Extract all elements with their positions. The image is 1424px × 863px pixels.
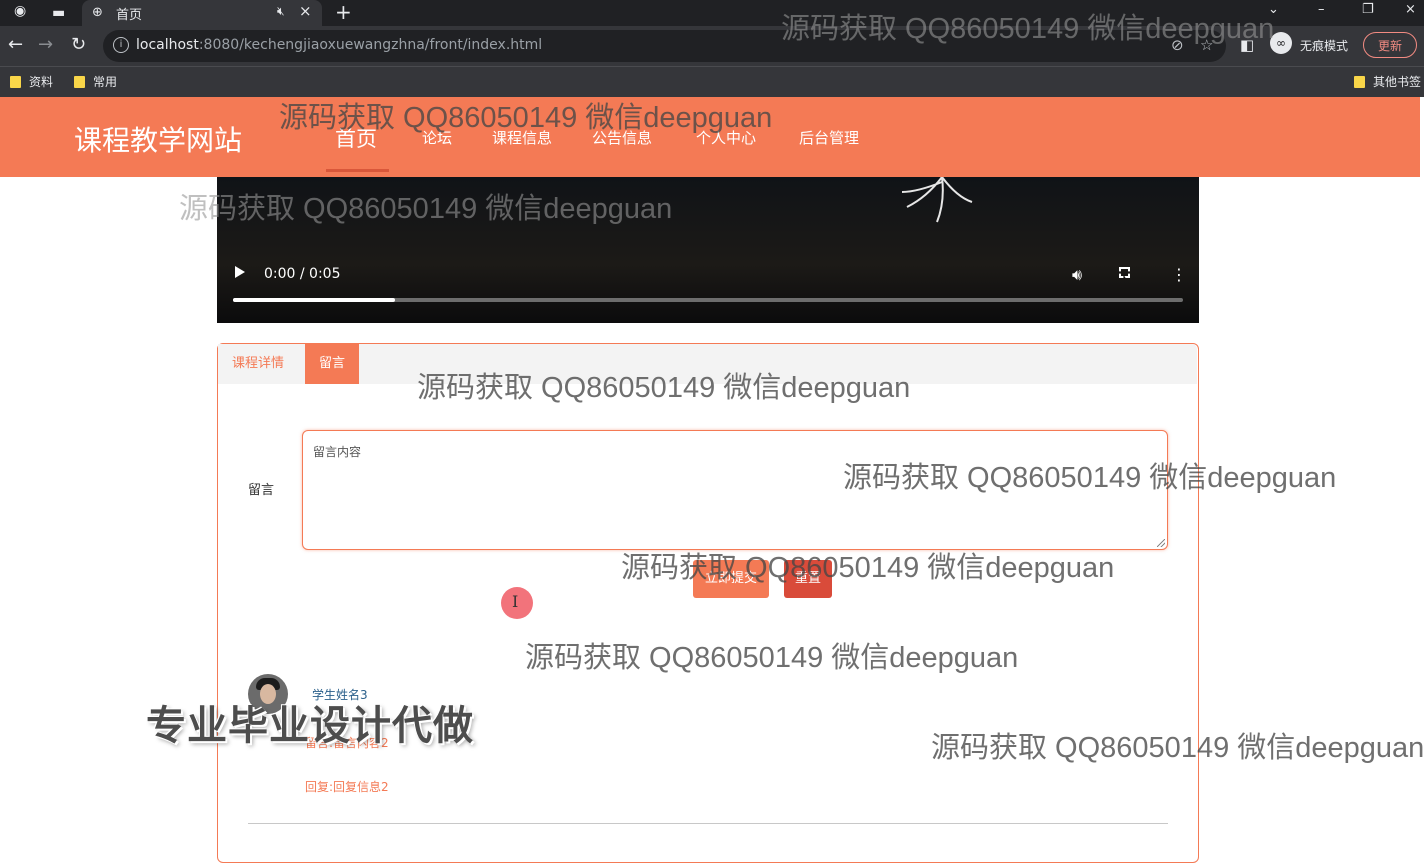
site-title: 课程教学网站 <box>74 124 243 157</box>
incognito-label: 无痕模式 <box>1300 39 1349 53</box>
more-options-icon[interactable]: ⋮ <box>1171 265 1187 284</box>
blocked-popup-icon[interactable]: ⊘ <box>1171 36 1184 54</box>
course-tabs-panel: 课程详情 留言 留言 留言内容 I 立即提交 重置 学生姓名3 留言:留言内容2… <box>217 343 1199 863</box>
tab-course-detail[interactable]: 课程详情 <box>218 344 299 384</box>
tab-comments[interactable]: 留言 <box>305 344 360 384</box>
play-icon[interactable] <box>235 266 245 278</box>
site-info-icon[interactable]: i <box>113 37 129 53</box>
tab-strip: 课程详情 留言 <box>218 344 1197 384</box>
folder-icon <box>10 76 21 88</box>
comment-reply: 回复:回复信息2 <box>305 780 389 794</box>
comment-divider <box>248 823 1168 824</box>
chevron-down-icon[interactable]: ⌄ <box>1268 2 1279 17</box>
bookmark-folder-changyong[interactable]: 常用 <box>74 73 117 90</box>
bookmark-star-icon[interactable]: ☆ <box>1200 36 1213 54</box>
forward-icon[interactable]: → <box>38 34 53 55</box>
mute-icon[interactable]: 🔇︎ <box>277 4 285 19</box>
reload-icon[interactable]: ↻ <box>71 34 86 55</box>
other-bookmarks[interactable]: 其他书签 <box>1354 73 1421 90</box>
video-time: 0:00 / 0:05 <box>264 266 341 282</box>
nav-home[interactable]: 首页 <box>335 123 377 153</box>
close-window-icon[interactable]: × <box>1405 2 1416 17</box>
browser-toolbar: ← → ↻ i localhost:8080/kechengjiaoxuewan… <box>0 26 1424 66</box>
banner-watermark: 专业毕业设计代做 <box>146 703 474 749</box>
course-video-player[interactable]: 0:00 / 0:05 🔊︎ ⋮ <box>217 177 1199 323</box>
nav-profile[interactable]: 个人中心 <box>696 127 756 148</box>
browser-tab-home[interactable]: ⊕ 首页 🔇︎ × <box>82 0 322 26</box>
minimize-icon[interactable]: – <box>1318 2 1325 17</box>
nav-courses[interactable]: 课程信息 <box>492 127 552 148</box>
resize-grip-icon[interactable] <box>1157 539 1165 547</box>
back-icon[interactable]: ← <box>8 34 23 55</box>
comment-form-label: 留言 <box>248 483 275 498</box>
video-progress-bar[interactable] <box>233 298 1183 302</box>
fullscreen-icon[interactable] <box>1119 267 1130 278</box>
folder-icon <box>74 76 85 88</box>
url-text: localhost:8080/kechengjiaoxuewangzhna/fr… <box>136 37 543 53</box>
folder-icon <box>1354 76 1365 88</box>
mouse-cursor-highlight: I <box>501 587 533 619</box>
comment-textarea[interactable]: 留言内容 I <box>302 430 1168 619</box>
volume-icon[interactable]: 🔊︎ <box>1072 265 1082 285</box>
reset-button[interactable]: 重置 <box>784 560 832 598</box>
restore-icon[interactable]: ❐ <box>1362 2 1374 17</box>
globe-icon: ⊕ <box>92 5 103 20</box>
bookmarks-bar: 资料 常用 其他书签 <box>0 66 1424 97</box>
video-frame-lily <box>901 177 973 223</box>
browser-profile-icon[interactable]: ◉ <box>14 3 26 19</box>
nav-admin[interactable]: 后台管理 <box>799 127 859 148</box>
tab-search-icon[interactable]: ▬ <box>52 5 65 21</box>
nav-forum[interactable]: 论坛 <box>422 127 452 148</box>
nav-active-indicator <box>326 169 389 172</box>
comment-placeholder: 留言内容 <box>313 445 362 459</box>
update-button[interactable]: 更新 <box>1363 32 1417 58</box>
address-bar[interactable]: i localhost:8080/kechengjiaoxuewangzhna/… <box>103 30 1226 62</box>
nav-notices[interactable]: 公告信息 <box>592 127 652 148</box>
bookmark-folder-ziliao[interactable]: 资料 <box>10 73 53 90</box>
browser-tab-bar: ◉ ▬ ⊕ 首页 🔇︎ × + ⌄ – ❐ × <box>0 0 1424 26</box>
new-tab-icon[interactable]: + <box>335 0 352 24</box>
sidebar-icon[interactable]: ◧ <box>1240 36 1254 54</box>
tab-title: 首页 <box>116 8 143 23</box>
video-progress-fill <box>233 298 395 302</box>
site-header: 课程教学网站 首页 论坛 课程信息 公告信息 个人中心 后台管理 <box>0 97 1420 177</box>
text-cursor-icon: I <box>512 592 519 611</box>
close-tab-icon[interactable]: × <box>299 2 312 20</box>
incognito-icon[interactable]: ∞ <box>1270 32 1292 54</box>
submit-button[interactable]: 立即提交 <box>693 560 769 598</box>
